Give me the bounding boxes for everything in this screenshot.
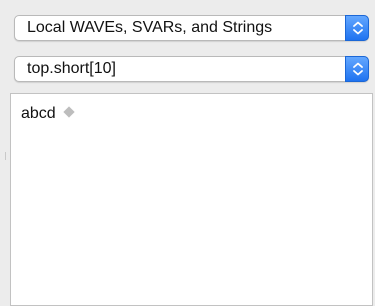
chevron-up-down-icon [353,21,363,35]
object-type-popup-stepper[interactable] [345,15,369,41]
contents-list[interactable]: abcd [10,93,373,306]
object-type-popup-label: Local WAVEs, SVARs, and Strings [27,19,273,36]
object-name-popup-stepper[interactable] [345,56,369,82]
object-name-popup-label: top.short[10] [27,60,116,77]
panel: Local WAVEs, SVARs, and Strings top.shor… [0,0,375,306]
list-item[interactable]: abcd [21,104,75,124]
object-type-popup[interactable]: Local WAVEs, SVARs, and Strings [14,15,369,41]
object-name-popup[interactable]: top.short[10] [14,56,369,82]
splitter-handle[interactable] [5,152,6,160]
diamond-icon [63,106,75,118]
chevron-up-down-icon [353,62,363,76]
list-item-label: abcd [21,105,56,122]
